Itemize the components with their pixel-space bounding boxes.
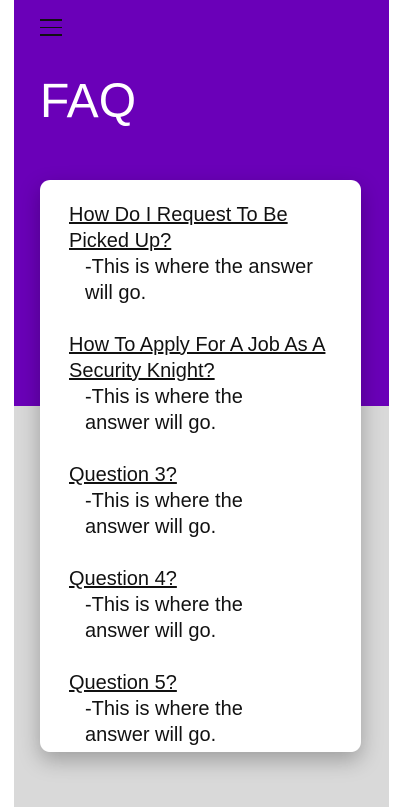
faq-question-link[interactable]: How To Apply For A Job As A Security Kni… <box>69 332 339 384</box>
hamburger-line <box>40 19 62 21</box>
faq-card[interactable]: How Do I Request To Be Picked Up? -This … <box>40 180 361 752</box>
faq-item: Question 4? -This is where the answer wi… <box>69 566 339 644</box>
faq-item: How Do I Request To Be Picked Up? -This … <box>69 202 339 306</box>
faq-question-link[interactable]: How Do I Request To Be Picked Up? <box>69 202 339 254</box>
faq-answer: -This is where the answer will go. <box>85 698 243 746</box>
faq-item: Question 5? -This is where the answer wi… <box>69 670 339 748</box>
hamburger-line <box>40 26 62 28</box>
faq-list: How Do I Request To Be Picked Up? -This … <box>69 202 339 752</box>
page-title: FAQ <box>40 75 137 128</box>
app-frame: FAQ How Do I Request To Be Picked Up? -T… <box>14 0 389 807</box>
faq-item: How To Apply For A Job As A Security Kni… <box>69 332 339 436</box>
faq-answer: -This is where the answer will go. <box>85 256 313 304</box>
hamburger-menu-icon[interactable] <box>40 19 62 36</box>
faq-question-link[interactable]: Question 3? <box>69 462 339 488</box>
faq-answer: -This is where the answer will go. <box>85 594 243 642</box>
faq-question-link[interactable]: Question 5? <box>69 670 339 696</box>
faq-item: Question 3? -This is where the answer wi… <box>69 462 339 540</box>
hamburger-line <box>40 34 62 36</box>
faq-question-link[interactable]: Question 4? <box>69 566 339 592</box>
faq-answer: -This is where the answer will go. <box>85 490 243 538</box>
faq-answer: -This is where the answer will go. <box>85 386 243 434</box>
